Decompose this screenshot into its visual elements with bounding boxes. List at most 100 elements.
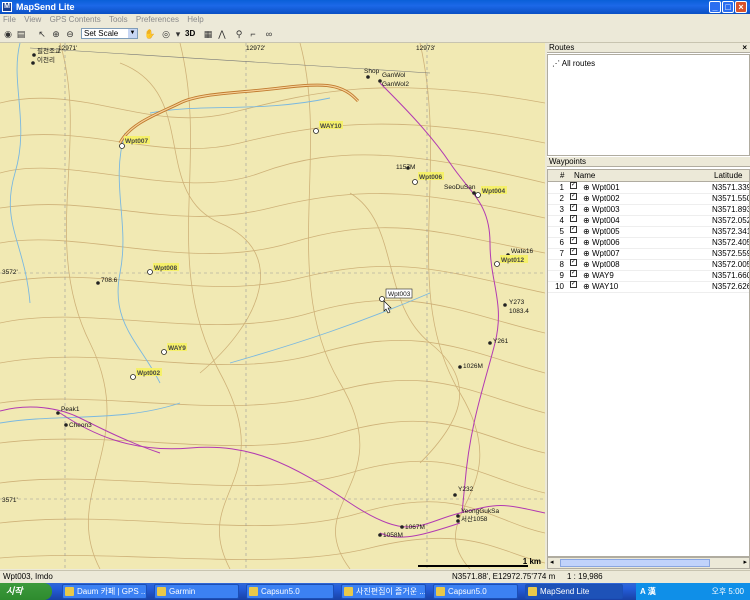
place-708: 708.6 — [101, 277, 118, 284]
route-item-label: All routes — [561, 59, 596, 68]
menu-preferences[interactable]: Preferences — [133, 14, 182, 26]
waypoint-pin-icon[interactable]: ⚲ — [233, 28, 245, 40]
task-photo[interactable]: 사진편집이 즐거운 ... — [341, 584, 426, 599]
task-mapsend[interactable]: MapSend Lite — [525, 584, 623, 599]
3d-button[interactable]: 3D — [185, 28, 195, 40]
waypoint-row[interactable]: 10 ✓ ⊕ WAY10 N3572.626' — [548, 281, 750, 293]
row-number: 9 — [559, 271, 564, 280]
row-name: Wpt002 — [592, 194, 620, 203]
row-latitude: N3571.550' — [712, 194, 750, 203]
row-name: Wpt001 — [592, 183, 620, 192]
taskbar: 시작 Daum 카페 | GPS ... Garmin Capsun5.0 사진… — [0, 583, 750, 600]
label-wpt007: Wpt007 — [125, 138, 149, 145]
route-item-all[interactable]: ⋰ All routes — [552, 59, 595, 68]
task-label: Capsun5.0 — [261, 587, 300, 596]
menu-file[interactable]: File — [0, 14, 19, 26]
menu-gps-contents[interactable]: GPS Contents — [47, 14, 104, 26]
row-latitude: N3572.626' — [712, 282, 750, 291]
row-latitude: N3572.005' — [712, 260, 750, 269]
measure-icon[interactable]: ⌐ — [247, 28, 259, 40]
clock: 오후 5:00 — [711, 587, 744, 596]
row-latitude: N3571.339' — [712, 183, 750, 192]
menu-view[interactable]: View — [21, 14, 44, 26]
row-name: Wpt003 — [592, 205, 620, 214]
task-daum[interactable]: Daum 카페 | GPS ... — [62, 584, 147, 599]
task-label: Garmin — [169, 587, 196, 596]
visible-checkbox[interactable]: ✓ — [570, 193, 577, 200]
visible-checkbox[interactable]: ✓ — [570, 204, 577, 211]
status-elevation: 774 m — [533, 572, 556, 581]
close-panel-icon[interactable]: × — [742, 43, 747, 53]
waypoint-symbols — [119, 128, 500, 380]
route-icon[interactable]: ⋀ — [216, 28, 228, 40]
waypoint-symbol-icon: ⊕ — [583, 249, 590, 258]
place-cheon3: Cheon3 — [69, 422, 92, 429]
visible-checkbox[interactable]: ✓ — [570, 215, 577, 222]
row-name: Wpt007 — [592, 249, 620, 258]
place-1026: 1026M — [463, 363, 483, 370]
side-panel: Routes × ⋰ All routes Waypoints # Name L… — [547, 43, 750, 569]
task-garmin[interactable]: Garmin — [154, 584, 239, 599]
visible-checkbox[interactable]: ✓ — [570, 281, 577, 288]
row-number: 4 — [559, 216, 564, 225]
place-yeong: YeongGukSa — [461, 508, 499, 515]
horizontal-scrollbar[interactable]: ◂ ▸ — [547, 557, 750, 569]
task-label: 사진편집이 즐거운 ... — [356, 587, 426, 596]
menu-help[interactable]: Help — [184, 14, 206, 26]
visible-checkbox[interactable]: ✓ — [570, 182, 577, 189]
chevron-down-icon[interactable]: ▼ — [128, 29, 137, 38]
pointer-icon[interactable]: ↖ — [36, 28, 48, 40]
folder-icon — [157, 587, 166, 596]
task-capsun-1[interactable]: Capsun5.0 — [246, 584, 334, 599]
place-1157: 1157M — [396, 164, 415, 171]
tooltip-text: Wpt003 — [388, 291, 411, 298]
topo-map[interactable]: 12971' 12972' 12973' 3572' 3571' 필천조교 이천… — [0, 43, 545, 569]
zoom-out-icon[interactable]: ⊖ — [64, 28, 76, 40]
col-number[interactable]: # — [560, 170, 564, 181]
menu-tools[interactable]: Tools — [106, 14, 131, 26]
label-way10: WAY10 — [320, 123, 342, 130]
app-icon: M — [2, 2, 12, 12]
ime-indicator[interactable]: A 漢 — [640, 583, 656, 600]
row-number: 7 — [559, 249, 564, 258]
waypoints-table[interactable]: # Name Latitude 1 ✓ ⊕ Wpt001 N3571.339' 2 ✓ ⊕ Wp… — [547, 169, 750, 557]
visible-checkbox[interactable]: ✓ — [570, 248, 577, 255]
point-markers — [31, 53, 510, 537]
scale-select[interactable]: Set Scale ▼ — [81, 28, 138, 39]
routes-title: Routes — [549, 43, 575, 52]
task-capsun-2[interactable]: Capsun5.0 — [433, 584, 518, 599]
visible-checkbox[interactable]: ✓ — [570, 226, 577, 233]
place-ganwol2: GanWol2 — [382, 81, 409, 88]
dropdown-arrow-icon[interactable]: ▾ — [172, 28, 184, 40]
maximize-button[interactable]: □ — [722, 1, 734, 13]
scroll-right-icon[interactable]: ▸ — [743, 558, 747, 566]
open-icon[interactable]: ▤ — [15, 28, 27, 40]
main-road-center — [119, 84, 359, 144]
grid-label-12972: 12972' — [246, 45, 265, 52]
scroll-left-icon[interactable]: ◂ — [550, 558, 554, 566]
binoculars-icon[interactable]: ∞ — [263, 28, 275, 40]
title-bar[interactable]: M MapSend Lite _ □ × — [0, 0, 750, 14]
row-name: WAY9 — [592, 271, 614, 280]
zoom-in-icon[interactable]: ⊕ — [50, 28, 62, 40]
close-button[interactable]: × — [735, 1, 747, 13]
col-latitude[interactable]: Latitude — [714, 170, 742, 181]
globe-icon[interactable]: ◉ — [2, 28, 14, 40]
visible-checkbox[interactable]: ✓ — [570, 270, 577, 277]
place-ganwol: GanWol — [382, 72, 406, 79]
row-number: 10 — [555, 282, 564, 291]
hand-pan-icon[interactable]: ✋ — [144, 28, 156, 40]
col-name[interactable]: Name — [574, 170, 595, 181]
visible-checkbox[interactable]: ✓ — [570, 259, 577, 266]
map-view[interactable]: 12971' 12972' 12973' 3572' 3571' 필천조교 이천… — [0, 43, 545, 569]
label-wpt012: Wpt012 — [501, 257, 525, 264]
place-seodusan: SeoDuSan — [444, 184, 476, 191]
scroll-thumb[interactable] — [560, 559, 710, 567]
compass-icon[interactable]: ◎ — [160, 28, 172, 40]
start-button[interactable]: 시작 — [0, 583, 52, 600]
profile-chart-icon[interactable]: ▦ — [202, 28, 214, 40]
minimize-button[interactable]: _ — [709, 1, 721, 13]
row-latitude: N3572.405' — [712, 238, 750, 247]
visible-checkbox[interactable]: ✓ — [570, 237, 577, 244]
routes-list[interactable]: ⋰ All routes — [547, 54, 750, 156]
